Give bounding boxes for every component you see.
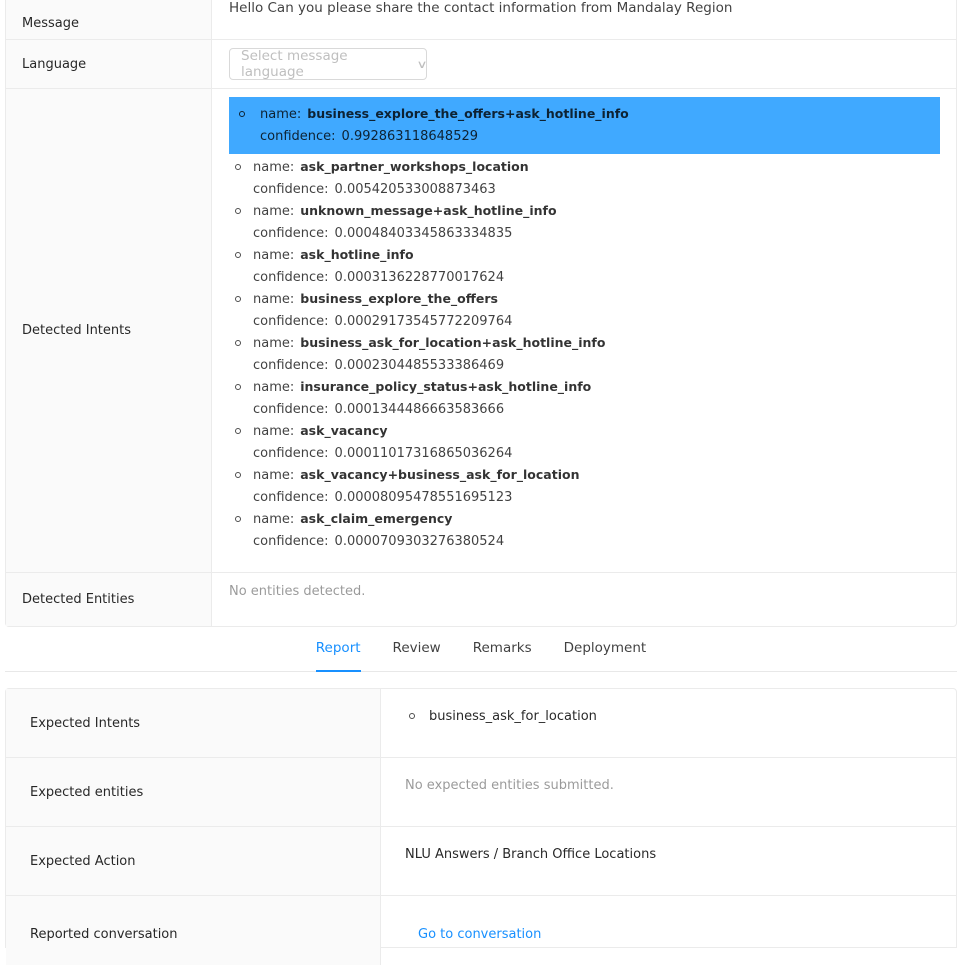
intent-name: ask_vacancy [300, 423, 388, 438]
intent-confidence: 0.0001344486663583666 [334, 402, 505, 417]
intent-item[interactable]: name: ask_vacancy+business_ask_for_locati… [229, 464, 940, 508]
intent-confidence-key: confidence: [253, 402, 329, 417]
intent-confidence-key: confidence: [253, 182, 329, 197]
message-value: Hello Can you please share the contact i… [229, 0, 733, 16]
tab-remarks[interactable]: Remarks [473, 631, 532, 671]
intent-name-key: name: [253, 336, 295, 351]
bullet-icon [235, 252, 241, 258]
message-row: Message Hello Can you please share the c… [6, 0, 956, 40]
bullet-icon [235, 208, 241, 214]
expected-entities-label: Expected entities [6, 758, 381, 826]
bullet-icon [235, 340, 241, 346]
intent-confidence: 0.005420533008873463 [334, 182, 496, 197]
intent-item[interactable]: name: insurance_policy_status+ask_hotline… [229, 376, 940, 420]
detected-intents-row: Detected Intents name: business_explore_t… [6, 89, 956, 573]
intent-item[interactable]: name: unknown_message+ask_hotline_info co… [229, 200, 940, 244]
bullet-icon [235, 296, 241, 302]
intent-confidence: 0.0002304485533386469 [334, 358, 505, 373]
intent-item[interactable]: name: ask_vacancy confidence: 0.0001101731… [229, 420, 940, 464]
expected-intent-item: business_ask_for_location [405, 709, 956, 725]
expected-intents-label: Expected Intents [6, 689, 381, 757]
intent-confidence-key: confidence: [253, 314, 329, 329]
message-label: Message [6, 0, 212, 39]
chevron-down-icon: ∨ [416, 57, 428, 71]
intent-confidence: 0.0003136228770017624 [334, 270, 505, 285]
intent-confidence: 0.00011017316865036264 [334, 446, 513, 461]
expected-intent-name: business_ask_for_location [429, 709, 597, 724]
language-row: Language Select message language ∨ [6, 40, 956, 89]
bullet-icon [235, 164, 241, 170]
intent-confidence: 0.992863118648529 [341, 129, 479, 144]
intent-item[interactable]: name: business_explore_the_offers confide… [229, 288, 940, 332]
intent-name: unknown_message+ask_hotline_info [300, 203, 557, 218]
intent-name-key: name: [253, 292, 295, 307]
report-card: Expected Intents business_ask_for_locati… [5, 688, 957, 965]
bullet-icon [409, 713, 415, 719]
tab-review[interactable]: Review [393, 631, 441, 671]
intent-item[interactable]: name: ask_claim_emergency confidence: 0.00… [229, 508, 940, 552]
intent-name: business_explore_the_offers+ask_hotline_… [307, 106, 629, 121]
intent-name: ask_partner_workshops_location [300, 159, 529, 174]
intent-confidence: 0.00048403345863334835 [334, 226, 513, 241]
intent-name-key: name: [253, 468, 295, 483]
intent-name: ask_hotline_info [300, 247, 414, 262]
detected-entities-label: Detected Entities [6, 573, 212, 626]
bullet-icon [235, 516, 241, 522]
intent-name-key: name: [253, 380, 295, 395]
report-tabs: Report Review Remarks Deployment [5, 631, 957, 672]
detected-intents-list: name: business_explore_the_offers+ask_hot… [212, 89, 956, 572]
expected-action-row: Expected Action NLU Answers / Branch Off… [6, 827, 956, 896]
intent-confidence-key: confidence: [253, 270, 329, 285]
intent-name-key: name: [253, 248, 295, 263]
expected-intents-row: Expected Intents business_ask_for_locati… [6, 689, 956, 758]
intent-confidence-key: confidence: [253, 446, 329, 461]
intent-item[interactable]: name: business_explore_the_offers+ask_hot… [229, 97, 940, 154]
intent-confidence-key: confidence: [253, 534, 329, 549]
intent-name: business_ask_for_location+ask_hotline_in… [300, 335, 606, 350]
intent-name-key: name: [260, 107, 302, 122]
intent-item[interactable]: name: ask_partner_workshops_location conf… [229, 156, 940, 200]
detected-entities-empty: No entities detected. [229, 584, 366, 599]
intent-item[interactable]: name: business_ask_for_location+ask_hotli… [229, 332, 940, 376]
intent-name: ask_vacancy+business_ask_for_location [300, 467, 580, 482]
intent-confidence-key: confidence: [253, 490, 329, 505]
go-to-conversation-link[interactable]: Go to conversation [405, 927, 541, 942]
bullet-icon [235, 472, 241, 478]
intent-name: insurance_policy_status+ask_hotline_info [300, 379, 592, 394]
reported-conversation-row: Reported conversation Go to conversation [6, 896, 956, 965]
intent-confidence: 0.0000709303276380524 [334, 534, 505, 549]
expected-action-label: Expected Action [6, 827, 381, 895]
intent-name-key: name: [253, 512, 295, 527]
language-select[interactable]: Select message language ∨ [229, 48, 428, 80]
intent-name-key: name: [253, 160, 295, 175]
intent-confidence-key: confidence: [253, 226, 329, 241]
detected-entities-row: Detected Entities No entities detected. [6, 573, 956, 626]
intent-name: business_explore_the_offers [300, 291, 498, 306]
reported-conversation-label: Reported conversation [6, 896, 381, 965]
expected-entities-row: Expected entities No expected entities s… [6, 758, 956, 827]
expected-action-value: NLU Answers / Branch Office Locations [405, 847, 657, 862]
intent-name-key: name: [253, 204, 295, 219]
intent-confidence-key: confidence: [260, 129, 336, 144]
intent-name-key: name: [253, 424, 295, 439]
language-label: Language [6, 40, 212, 88]
language-select-placeholder: Select message language [241, 48, 348, 80]
expected-entities-empty: No expected entities submitted. [405, 778, 614, 793]
intent-confidence: 0.00008095478551695123 [334, 490, 513, 505]
detected-intents-label: Detected Intents [6, 89, 212, 572]
tab-deployment[interactable]: Deployment [564, 631, 647, 671]
message-details-card: Message Hello Can you please share the c… [5, 0, 957, 627]
bullet-icon [239, 111, 245, 117]
bullet-icon [235, 428, 241, 434]
intent-confidence: 0.00029173545772209764 [334, 314, 513, 329]
tab-report[interactable]: Report [315, 631, 361, 672]
bullet-icon [235, 384, 241, 390]
intent-item[interactable]: name: ask_hotline_info confidence: 0.00031… [229, 244, 940, 288]
intent-confidence-key: confidence: [253, 358, 329, 373]
intent-name: ask_claim_emergency [300, 511, 453, 526]
